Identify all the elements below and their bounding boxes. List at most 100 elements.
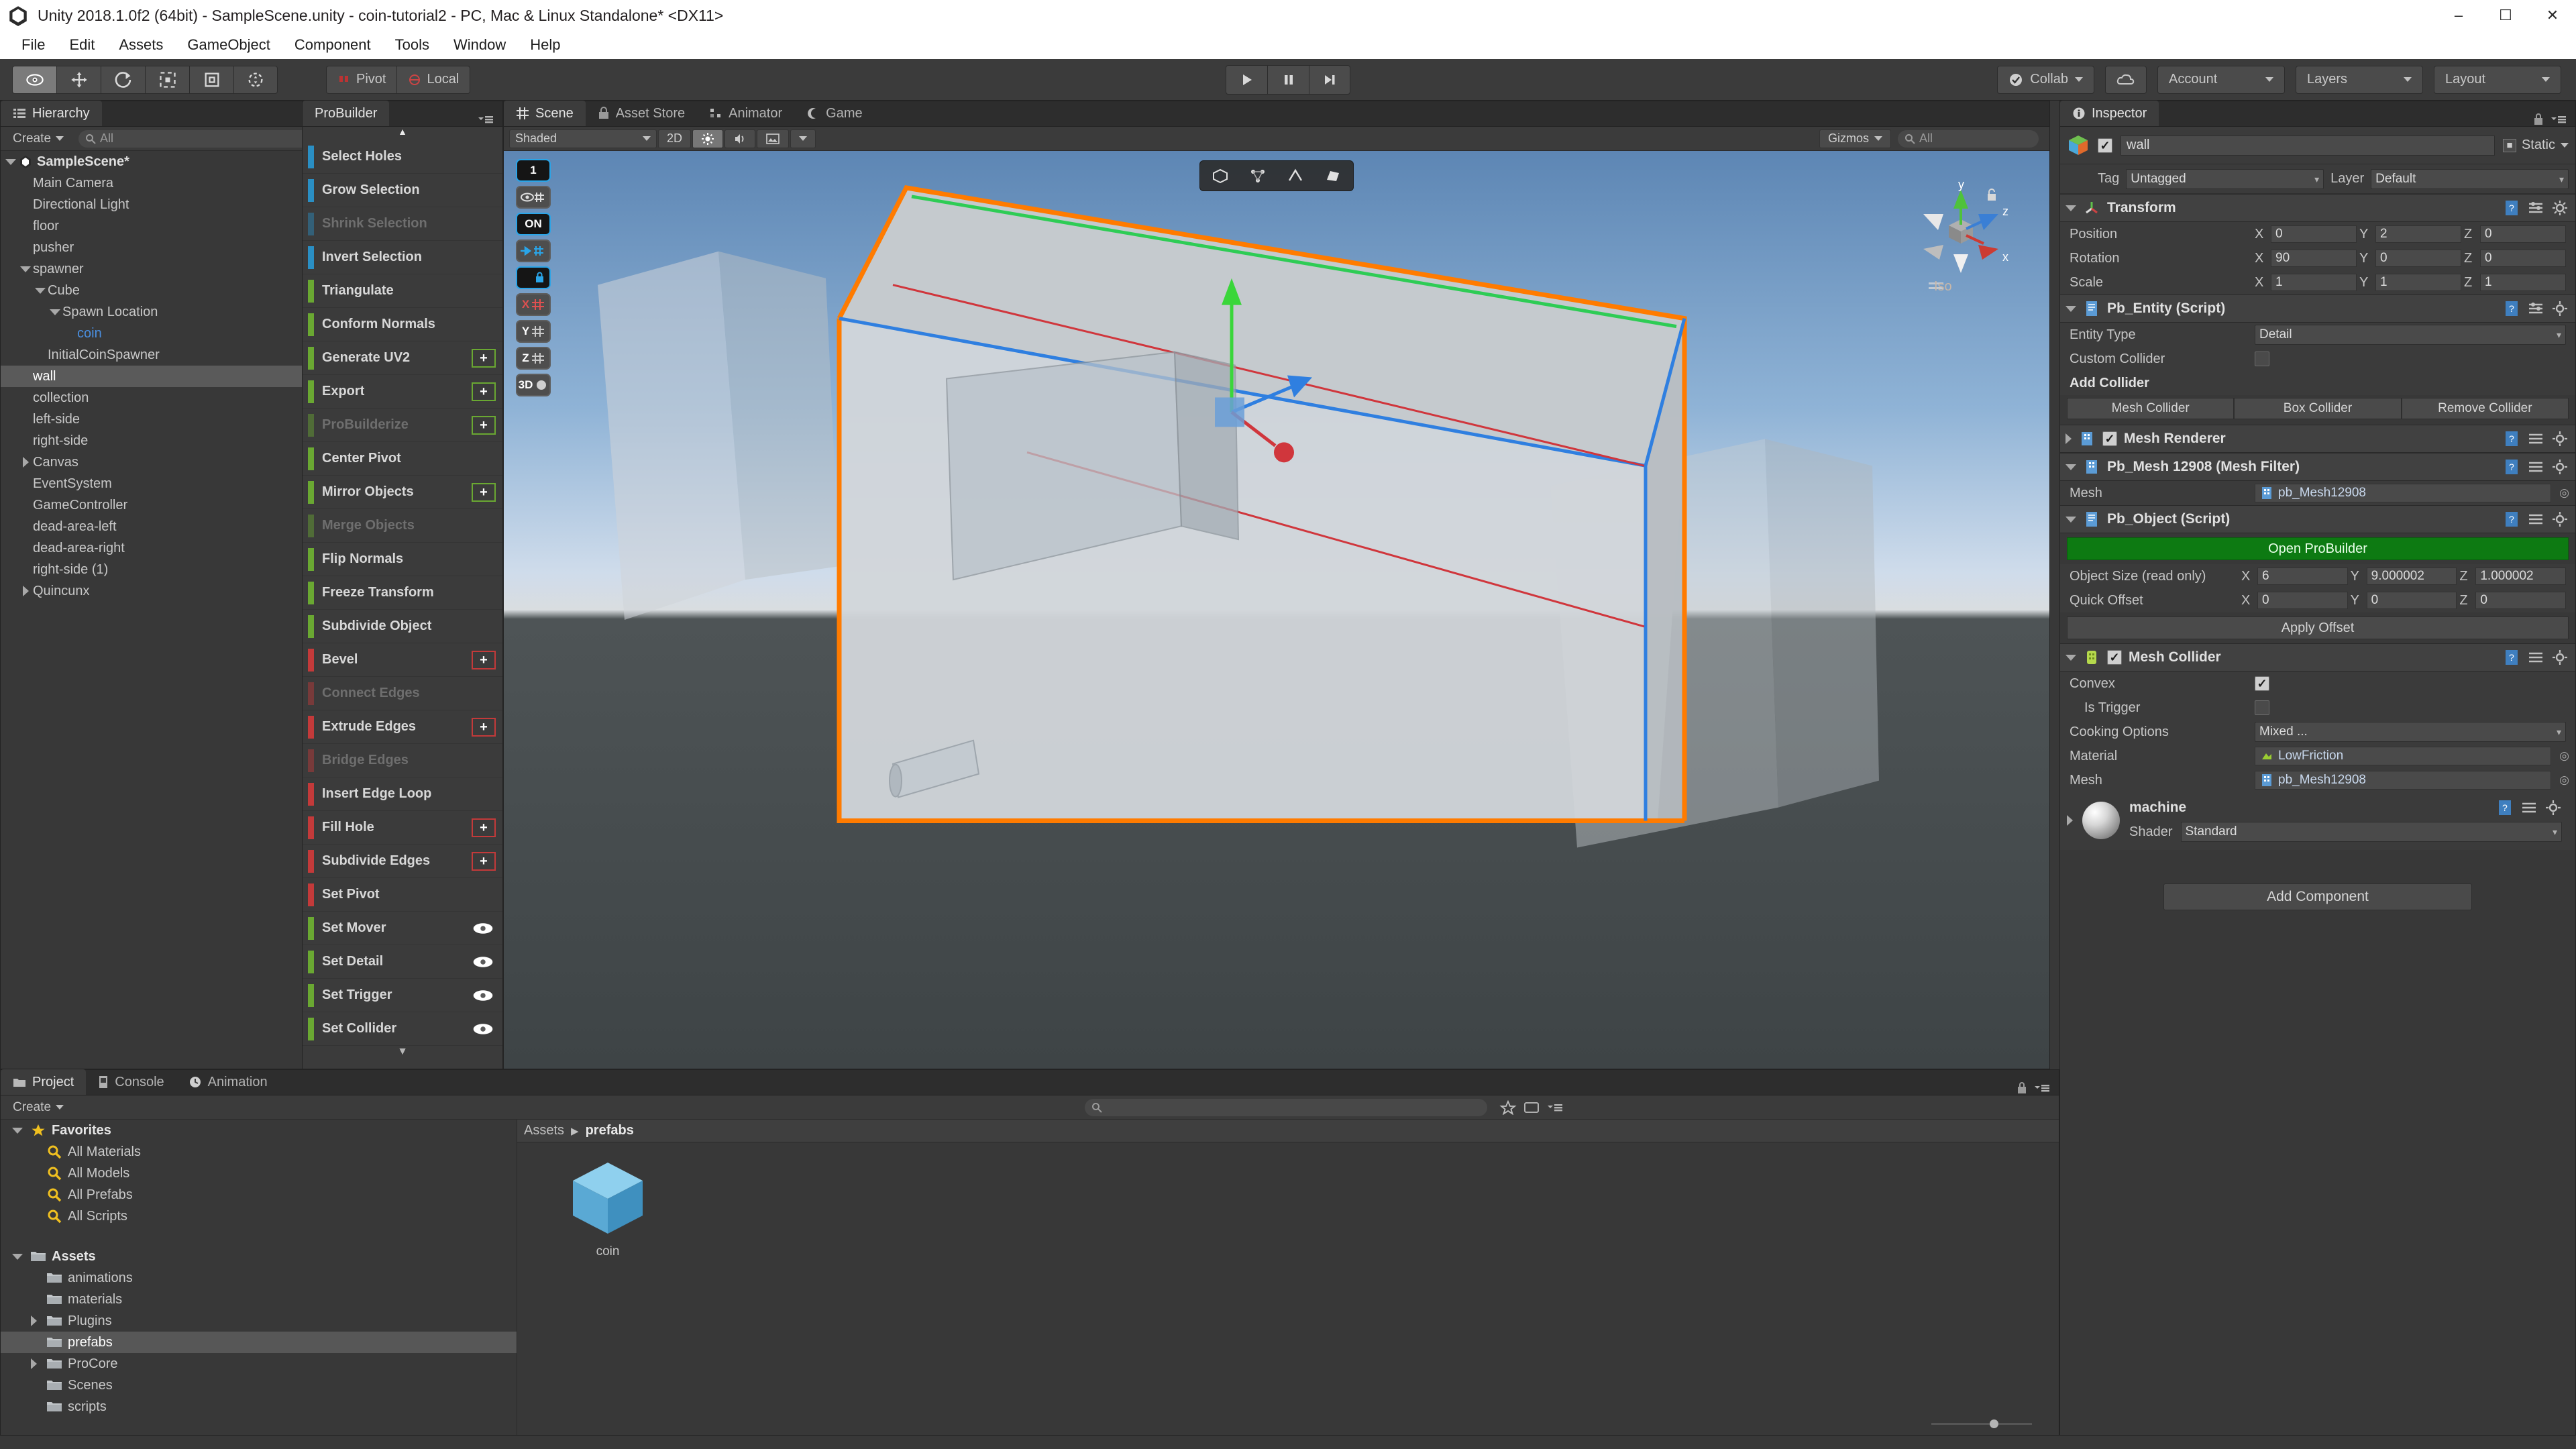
close-button[interactable]: ✕	[2529, 0, 2576, 31]
tab-asset-store[interactable]: Asset Store	[586, 101, 697, 126]
help-icon[interactable]: ?	[2503, 430, 2520, 447]
asset-item-coin[interactable]: coin	[557, 1159, 658, 1259]
lock-icon[interactable]	[2532, 113, 2544, 126]
scene-view-gizmo[interactable]: y z x Iso	[1909, 171, 2023, 299]
local-toggle[interactable]: Local	[396, 65, 471, 94]
help-icon[interactable]: ?	[2503, 511, 2520, 528]
project-tree-item[interactable]: All Scripts	[1, 1205, 517, 1227]
project-tree-item[interactable]: Plugins	[1, 1310, 517, 1332]
gear-icon[interactable]	[2544, 799, 2562, 816]
probuilder-action-extrude-edges[interactable]: Extrude Edges +	[303, 710, 502, 744]
menu-help[interactable]: Help	[518, 31, 572, 59]
collider-mesh-object-field[interactable]: pb_Mesh12908 ◎	[2255, 771, 2569, 790]
menu-window[interactable]: Window	[441, 31, 518, 59]
pivot-toggle[interactable]: Pivot	[326, 65, 397, 94]
scale-x-input[interactable]: 1	[2271, 274, 2357, 291]
preset-icon[interactable]	[2527, 511, 2544, 528]
rect-tool-button[interactable]	[189, 65, 233, 94]
quick-offset-z-input[interactable]: 0	[2475, 592, 2567, 609]
probuilder-action-set-collider[interactable]: Set Collider	[303, 1012, 502, 1046]
tab-probuilder[interactable]: ProBuilder	[303, 101, 390, 126]
apply-offset-button[interactable]: Apply Offset	[2067, 616, 2569, 639]
box-collider-button[interactable]: Box Collider	[2234, 398, 2402, 419]
menu-file[interactable]: File	[9, 31, 57, 59]
hand-tool-button[interactable]	[12, 65, 56, 94]
probuilder-action-select-holes[interactable]: Select Holes	[303, 140, 502, 174]
project-tree-item[interactable]: Favorites	[1, 1120, 517, 1141]
progrids-axis-x-button[interactable]: X	[516, 293, 551, 316]
layer-dropdown[interactable]: Default ▾	[2371, 168, 2569, 189]
slider-knob[interactable]	[1990, 1419, 1998, 1428]
menu-component[interactable]: Component	[282, 31, 383, 59]
foldout-icon[interactable]	[18, 266, 33, 272]
probuilder-action-fill-hole[interactable]: Fill Hole +	[303, 811, 502, 845]
help-icon[interactable]: ?	[2496, 799, 2514, 816]
mesh-renderer-component-header[interactable]: ✓ Mesh Renderer ?	[2060, 425, 2575, 453]
probuilder-action-center-pivot[interactable]: Center Pivot	[303, 442, 502, 476]
gear-icon[interactable]	[2551, 300, 2569, 317]
probuilder-options-button[interactable]: +	[472, 717, 496, 737]
mesh-object-field[interactable]: pb_Mesh12908 ◎	[2255, 484, 2569, 502]
probuilder-action-conform-normals[interactable]: Conform Normals	[303, 308, 502, 341]
tab-project[interactable]: Project	[1, 1069, 87, 1095]
rotation-x-input[interactable]: 90	[2271, 250, 2357, 267]
help-icon[interactable]: ?	[2503, 458, 2520, 476]
probuilder-action-set-detail[interactable]: Set Detail	[303, 945, 502, 979]
foldout-icon[interactable]	[2065, 654, 2076, 661]
preset-icon[interactable]	[2527, 199, 2544, 217]
progrids-visibility-button[interactable]	[516, 186, 551, 209]
mesh-collider-button[interactable]: Mesh Collider	[2067, 398, 2235, 419]
scale-tool-button[interactable]	[145, 65, 189, 94]
menu-tools[interactable]: Tools	[383, 31, 441, 59]
scale-y-input[interactable]: 1	[2375, 274, 2461, 291]
project-folder-tree[interactable]: Favorites All Materials All Models All Pref…	[1, 1120, 517, 1435]
rotation-y-input[interactable]: 0	[2375, 250, 2461, 267]
foldout-icon[interactable]	[26, 1358, 41, 1369]
cloud-button[interactable]	[2105, 65, 2147, 94]
quick-offset-x-input[interactable]: 0	[2257, 592, 2348, 609]
help-icon[interactable]: ?	[2503, 199, 2520, 217]
custom-collider-checkbox[interactable]	[2255, 352, 2269, 366]
foldout-icon[interactable]	[48, 309, 62, 315]
transform-component-header[interactable]: Transform ?	[2060, 194, 2575, 222]
tab-console[interactable]: Console	[86, 1069, 176, 1095]
position-y-input[interactable]: 2	[2375, 225, 2461, 243]
position-z-input[interactable]: 0	[2480, 225, 2566, 243]
gear-icon[interactable]	[2551, 511, 2569, 528]
object-mode-button[interactable]	[1203, 164, 1238, 188]
probuilder-action-triangulate[interactable]: Triangulate	[303, 274, 502, 308]
foldout-icon[interactable]	[10, 1127, 25, 1134]
mesh-filter-component-header[interactable]: Pb_Mesh 12908 (Mesh Filter) ?	[2060, 453, 2575, 481]
help-icon[interactable]: ?	[2503, 649, 2520, 666]
project-create-button[interactable]: Create	[5, 1099, 72, 1116]
progrids-3d-button[interactable]: 3D	[516, 374, 551, 396]
tag-dropdown[interactable]: Untagged ▾	[2126, 168, 2324, 189]
scene-lighting-button[interactable]	[692, 129, 724, 148]
scene-effects-dropdown[interactable]	[790, 129, 816, 148]
layout-button[interactable]: Layout	[2434, 65, 2561, 94]
preset-icon[interactable]	[2527, 649, 2544, 666]
filter-label-icon[interactable]	[1523, 1100, 1540, 1115]
project-tree-item[interactable]: All Models	[1, 1163, 517, 1184]
probuilder-action-flip-normals[interactable]: Flip Normals	[303, 543, 502, 576]
maximize-button[interactable]: ☐	[2482, 0, 2529, 31]
move-tool-button[interactable]	[56, 65, 101, 94]
vertex-mode-button[interactable]	[1240, 164, 1275, 188]
quick-offset-y-input[interactable]: 0	[2366, 592, 2457, 609]
scale-z-input[interactable]: 1	[2480, 274, 2566, 291]
menu-gameobject[interactable]: GameObject	[175, 31, 282, 59]
project-tree-item[interactable]: All Materials	[1, 1141, 517, 1163]
tab-scene[interactable]: Scene	[504, 101, 586, 126]
help-icon[interactable]: ?	[2503, 300, 2520, 317]
foldout-icon[interactable]	[3, 158, 18, 165]
face-mode-button[interactable]	[1316, 164, 1350, 188]
gear-icon[interactable]	[2551, 458, 2569, 476]
probuilder-options-button[interactable]: +	[472, 348, 496, 368]
mesh-renderer-enabled-checkbox[interactable]: ✓	[2102, 431, 2117, 446]
probuilder-action-grow-selection[interactable]: Grow Selection	[303, 174, 502, 207]
probuilder-action-generate-uv2[interactable]: Generate UV2 +	[303, 341, 502, 375]
probuilder-action-invert-selection[interactable]: Invert Selection	[303, 241, 502, 274]
toggle-2d-button[interactable]: 2D	[658, 129, 692, 148]
tab-inspector[interactable]: Inspector	[2060, 101, 2159, 126]
menu-assets[interactable]: Assets	[107, 31, 175, 59]
